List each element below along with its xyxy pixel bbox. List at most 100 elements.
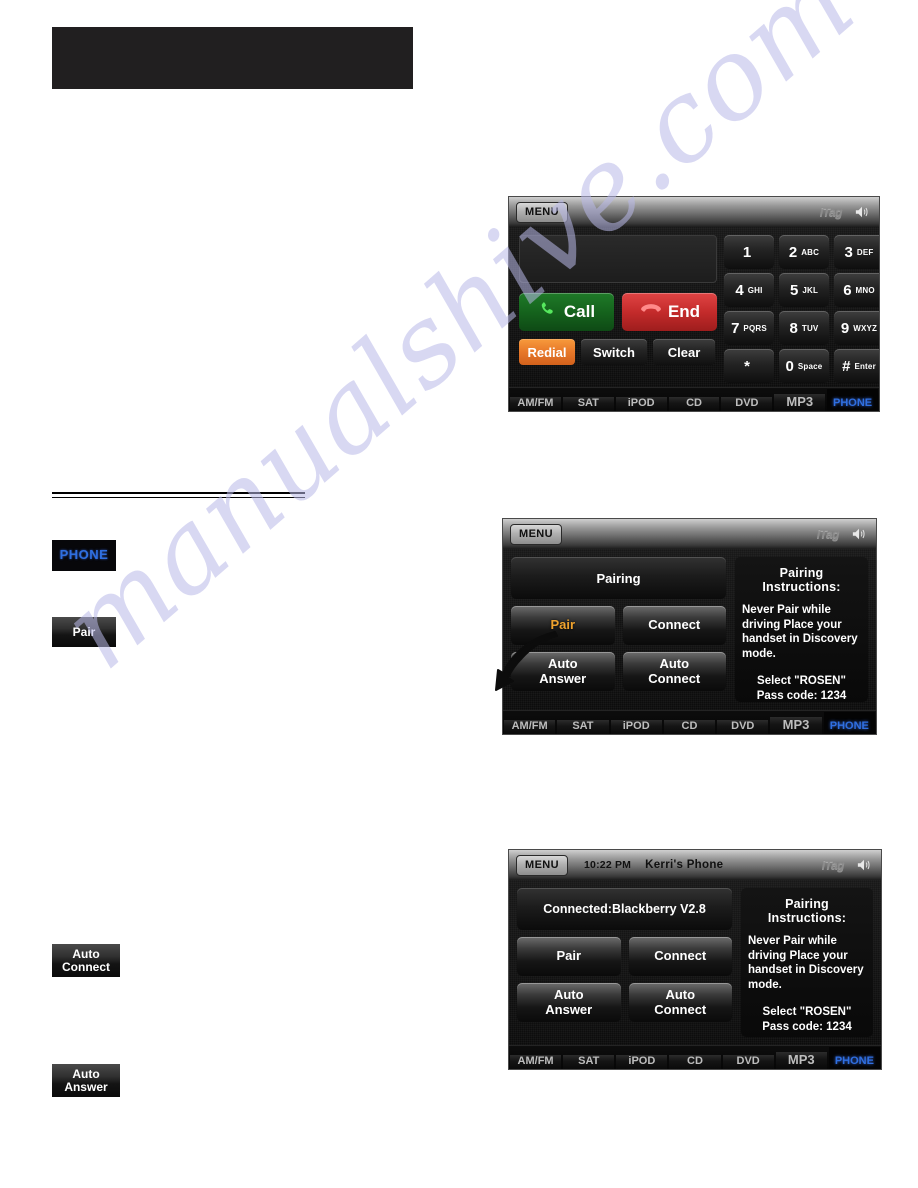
keypad-key-7[interactable]: 7 PQRS [724, 311, 774, 345]
switch-button[interactable]: Switch [581, 339, 647, 365]
keypad: 1 2 ABC 3 DEF 4 GHI 5 JKL 6 MNO 7 PQRS 8 TUV 9W… [724, 233, 879, 387]
auto-connect-button[interactable]: Auto Connect [622, 652, 726, 691]
clear-button[interactable]: Clear [653, 339, 715, 365]
source-tab-dvd[interactable]: DVD [722, 1047, 774, 1069]
keypad-key-star[interactable]: * [724, 349, 774, 383]
auto-connect-button[interactable]: Auto Connect [628, 983, 732, 1022]
call-button[interactable]: Call [519, 293, 614, 331]
redial-button[interactable]: Redial [519, 339, 575, 365]
source-tab-phone[interactable]: PHONE [823, 712, 875, 734]
source-tab-mp3[interactable]: MP3 [774, 386, 826, 411]
page-title-block [52, 27, 413, 89]
speaker-icon[interactable] [857, 858, 871, 872]
key-letters: ABC [801, 247, 820, 257]
menu-button[interactable]: MENU [516, 201, 568, 223]
source-tab-mp3[interactable]: MP3 [775, 1044, 827, 1069]
key-digit: 8 [789, 319, 798, 337]
keypad-key-5[interactable]: 5 JKL [779, 273, 829, 307]
source-tab-phone[interactable]: PHONE [827, 389, 879, 411]
key-digit: 1 [742, 243, 752, 261]
source-tab-ipod[interactable]: iPOD [615, 389, 667, 411]
connected-screen: Connected:Blackberry V2.8 Pair Connect A… [509, 880, 881, 1045]
source-tab-cd[interactable]: CD [663, 712, 716, 734]
number-display[interactable] [519, 235, 717, 283]
auto-answer-button[interactable]: Auto Answer [517, 983, 621, 1022]
key-letters: TUV [801, 323, 819, 333]
source-tab-amfm[interactable]: AM/FM [504, 712, 556, 734]
callout-arrow-icon [489, 626, 559, 698]
end-button-label: End [667, 302, 701, 321]
section-divider [52, 492, 305, 498]
source-tab-dvd[interactable]: DVD [717, 712, 769, 734]
source-tab-dvd[interactable]: DVD [721, 389, 773, 411]
connected-source-bar: AM/FM SAT iPOD CD DVD MP3 PHONE [509, 1044, 881, 1069]
connected-device-name: Kerri's Phone [645, 859, 724, 871]
keypad-key-1[interactable]: 1 [724, 235, 774, 269]
keypad-key-9[interactable]: 9 WXYZ [834, 311, 879, 345]
key-letters: Space [797, 361, 823, 371]
key-letters: MNO [855, 285, 875, 295]
source-tab-sat[interactable]: SAT [562, 389, 614, 411]
auto-answer-line1: Auto [553, 986, 584, 1002]
source-tab-mp3[interactable]: MP3 [770, 709, 822, 734]
inline-chip-auto-connect: Auto Connect [52, 944, 120, 977]
source-tab-cd[interactable]: CD [668, 389, 720, 411]
key-digit: 3 [844, 243, 853, 261]
inline-chip-auto-answer: Auto Answer [52, 1064, 120, 1097]
pairing-instructions-panel: Pairing Instructions: Never Pair while d… [735, 557, 868, 702]
phone-handset-icon [538, 299, 559, 325]
call-button-label: Call [563, 302, 596, 321]
auto-connect-line1: Auto [665, 986, 696, 1002]
key-digit: 4 [735, 281, 744, 299]
pairing-instructions-heading: Pairing Instructions: [762, 566, 841, 594]
source-tab-ipod[interactable]: iPOD [610, 712, 662, 734]
pairing-instructions-passcode: Pass code: 1234 [756, 689, 847, 702]
inline-chip-auto-answer-line2: Answer [64, 1079, 108, 1094]
connected-instructions-heading: Pairing Instructions: [767, 897, 847, 925]
source-tab-ipod[interactable]: iPOD [616, 1047, 668, 1069]
keypad-key-hash[interactable]: # Enter [834, 349, 879, 383]
itag-label: iTag [816, 527, 840, 541]
screenshot-connected: MENU 10:22 PM Kerri's Phone iTag Connect… [508, 849, 882, 1070]
connect-button[interactable]: Connect [628, 937, 732, 976]
inline-chip-auto-connect-line2: Connect [62, 959, 110, 974]
keypad-key-4[interactable]: 4 GHI [724, 273, 774, 307]
auto-connect-line2: Connect [654, 1001, 707, 1017]
key-letters: Enter [854, 361, 876, 371]
auto-connect-line2: Connect [648, 670, 701, 686]
key-digit: 5 [789, 281, 799, 299]
pairing-source-bar: AM/FM SAT iPOD CD DVD MP3 PHONE [503, 709, 876, 734]
connect-button[interactable]: Connect [622, 606, 726, 645]
key-digit: # [842, 357, 851, 375]
keypad-key-0[interactable]: 0 Space [779, 349, 829, 383]
inline-chip-auto-connect-line1: Auto [72, 946, 100, 961]
keypad-key-6[interactable]: 6 MNO [834, 273, 879, 307]
source-tab-amfm[interactable]: AM/FM [510, 1047, 562, 1069]
keypad-key-3[interactable]: 3 DEF [834, 235, 879, 269]
key-digit: 0 [785, 357, 794, 375]
connected-instructions-select: Select "ROSEN" [762, 1005, 852, 1018]
auto-connect-line1: Auto [659, 655, 690, 671]
key-letters: JKL [802, 285, 819, 295]
phone-hangup-icon [639, 301, 663, 323]
pairing-status-box: Pairing [511, 557, 726, 599]
clock-label: 10:22 PM [584, 859, 632, 871]
keypad-key-2[interactable]: 2 ABC [779, 235, 829, 269]
menu-button[interactable]: MENU [510, 523, 562, 545]
source-tab-phone[interactable]: PHONE [828, 1047, 880, 1069]
source-tab-amfm[interactable]: AM/FM [510, 389, 561, 411]
dialpad-titlebar: MENU iTag [509, 197, 879, 227]
speaker-icon[interactable] [852, 527, 866, 541]
speaker-icon[interactable] [855, 205, 869, 219]
connected-titlebar: MENU 10:22 PM Kerri's Phone iTag [509, 850, 881, 880]
pair-button[interactable]: Pair [517, 937, 621, 976]
end-button[interactable]: End [622, 293, 717, 331]
key-letters: GHI [747, 285, 763, 295]
connected-status-box: Connected:Blackberry V2.8 [517, 888, 732, 930]
source-tab-sat[interactable]: SAT [563, 1047, 615, 1069]
source-tab-cd[interactable]: CD [669, 1047, 721, 1069]
menu-button[interactable]: MENU [516, 854, 568, 876]
keypad-key-8[interactable]: 8 TUV [779, 311, 829, 345]
key-letters: WXYZ [853, 323, 878, 333]
source-tab-sat[interactable]: SAT [557, 712, 609, 734]
